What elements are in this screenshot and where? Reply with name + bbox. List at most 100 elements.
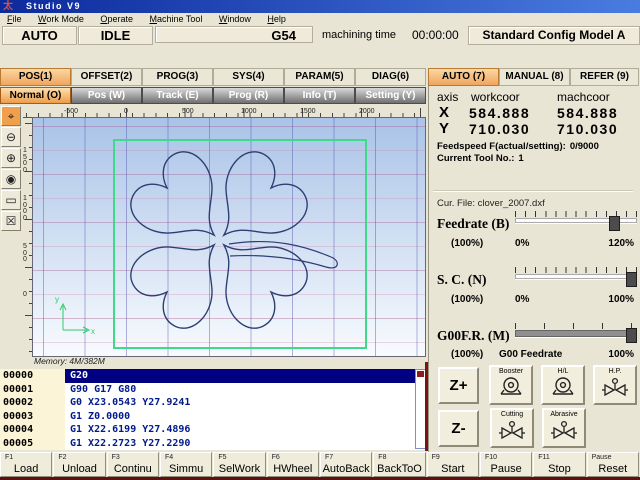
section-divider <box>433 190 633 192</box>
hl-button[interactable]: H/L <box>541 365 585 405</box>
abrasive-button[interactable]: Abrasive <box>542 408 586 448</box>
feedrate-current: (100%) <box>451 238 483 249</box>
fkey-autoback[interactable]: F7 AutoBack <box>320 452 372 477</box>
axis-x-label: x <box>91 327 95 336</box>
line-number: 00000 <box>3 369 33 383</box>
ruler-label: 1500 <box>23 148 30 174</box>
fkey-selwork[interactable]: F5 SelWork <box>213 452 265 477</box>
fkey-backtoo[interactable]: F8 BackToO <box>373 452 425 477</box>
tab-param[interactable]: PARAM(5) <box>284 68 355 86</box>
subtab-normal[interactable]: Normal (O) <box>0 87 71 104</box>
fkey-pause[interactable]: F10 Pause <box>480 452 532 477</box>
ruler-label: -500 <box>64 108 78 115</box>
cutting-button[interactable]: Cutting <box>490 408 534 448</box>
z-minus-button[interactable]: Z- <box>438 410 479 447</box>
fkey-code: F1 <box>5 454 13 461</box>
axis-y-label: y <box>55 295 59 304</box>
menu-item-machine-tool[interactable]: Machine Tool <box>142 13 209 26</box>
gcode-text: G0 X23.0543 Y27.9241 <box>70 396 190 410</box>
fkey-label: Unload <box>54 463 104 475</box>
program-row[interactable]: 00003 G1 Z0.0000 <box>0 410 415 424</box>
menu-item-window[interactable]: Window <box>212 13 258 26</box>
fit-rect-icon[interactable]: ▭ <box>1 190 21 210</box>
program-row[interactable]: 00005 G1 X22.2723 Y27.2290 <box>0 437 415 451</box>
sc-label: S. C. (N) <box>437 272 487 288</box>
feedrate-slider[interactable] <box>515 211 637 231</box>
slider-track[interactable] <box>515 330 637 337</box>
menu-item-help[interactable]: Help <box>260 13 293 26</box>
tab-auto[interactable]: AUTO (7) <box>428 68 499 86</box>
g00fr-slider-thumb[interactable] <box>626 328 637 343</box>
clover-leaf <box>193 143 316 266</box>
slider-track[interactable] <box>515 274 637 279</box>
tab-offset[interactable]: OFFSET(2) <box>71 68 142 86</box>
zoom-in-icon[interactable]: ⊕ <box>1 148 21 168</box>
current-tool-line: Current Tool No.:1 <box>437 153 524 164</box>
valve-icon <box>551 419 577 441</box>
pump-icon <box>498 376 524 398</box>
booster-label: Booster <box>491 368 531 375</box>
menu-item-file[interactable]: File <box>0 13 29 26</box>
z-plus-button[interactable]: Z+ <box>438 367 479 404</box>
program-listing[interactable]: 00000 G20 00001 G90 G17 G80 00002 G0 X23… <box>0 369 428 450</box>
current-file-line: Cur. File: clover_2007.dxf <box>437 198 545 209</box>
program-row[interactable]: 00002 G0 X23.0543 Y27.9241 <box>0 396 415 410</box>
tab-diag[interactable]: DIAG(6) <box>355 68 426 86</box>
sc-slider-thumb[interactable] <box>626 272 637 287</box>
fkey-code: F2 <box>58 454 66 461</box>
feedrate-slider-thumb[interactable] <box>609 216 620 231</box>
view-locate-icon[interactable]: ⌖ <box>1 106 21 126</box>
g00fr-label: G00F.R. (M) <box>437 328 510 344</box>
program-row[interactable]: 00004 G1 X22.6199 Y27.4896 <box>0 423 415 437</box>
g00fr-slider[interactable] <box>515 323 637 343</box>
sc-slider[interactable] <box>515 267 637 287</box>
memory-status: Memory: 4M/382M <box>34 356 105 366</box>
subtab-info[interactable]: Info (T) <box>284 87 355 104</box>
wcs-indicator: G54 <box>155 26 313 43</box>
fkey-unload[interactable]: F2 Unload <box>53 452 105 477</box>
subtab-setting[interactable]: Setting (Y) <box>355 87 426 104</box>
booster-button[interactable]: Booster <box>489 365 533 405</box>
program-row[interactable]: 00000 G20 <box>0 369 415 383</box>
scrollbar-thumb[interactable] <box>417 371 424 377</box>
sc-current: (100%) <box>451 294 483 305</box>
fkey-continu[interactable]: F3 Continu <box>107 452 159 477</box>
ruler-label: 0 <box>23 292 30 299</box>
toolpath-canvas[interactable]: x y <box>32 117 426 357</box>
subtab-pos[interactable]: Pos (W) <box>71 87 142 104</box>
menu-item-operate[interactable]: Operate <box>93 13 140 26</box>
ruler-label: 2000 <box>359 108 375 115</box>
hp-button[interactable]: H.P. <box>593 365 637 405</box>
fkey-load[interactable]: F1 Load <box>0 452 52 477</box>
app-icon: 太 <box>3 0 13 13</box>
zoom-out-icon[interactable]: ⊖ <box>1 127 21 147</box>
menu-item-work-mode[interactable]: Work Mode <box>31 13 91 26</box>
tab-refer[interactable]: REFER (9) <box>570 68 639 86</box>
tab-pos[interactable]: POS(1) <box>0 68 71 86</box>
current-file-value: clover_2007.dxf <box>478 198 545 209</box>
axis-x: X <box>439 104 449 121</box>
fkey-stop[interactable]: F11 Stop <box>533 452 585 477</box>
center-point-icon[interactable]: ◉ <box>1 169 21 189</box>
subtab-prog[interactable]: Prog (R) <box>213 87 284 104</box>
tab-sys[interactable]: SYS(4) <box>213 68 284 86</box>
fkey-hwheel[interactable]: F6 HWheel <box>267 452 319 477</box>
gcode-text: G20 <box>70 369 88 383</box>
valve-icon <box>602 376 628 398</box>
tab-manual[interactable]: MANUAL (8) <box>499 68 570 86</box>
fkey-reset[interactable]: Pause Reset <box>587 452 639 477</box>
clover-stem <box>229 242 337 268</box>
title-bar: 太 Studio V9 <box>0 0 640 13</box>
subtab-track[interactable]: Track (E) <box>142 87 213 104</box>
clear-trace-icon[interactable]: ☒ <box>1 211 21 231</box>
fkey-code: Pause <box>592 454 612 461</box>
auto-panel: axis workcoor machcoor X 584.888 584.888… <box>428 86 640 452</box>
fkey-label: Stop <box>534 463 584 475</box>
fkey-code: F3 <box>112 454 120 461</box>
clover-leaf <box>122 214 245 337</box>
tab-prog[interactable]: PROG(3) <box>142 68 213 86</box>
fkey-simmu[interactable]: F4 Simmu <box>160 452 212 477</box>
program-row[interactable]: 00001 G90 G17 G80 <box>0 383 415 397</box>
fkey-start[interactable]: F9 Start <box>427 452 479 477</box>
fkey-label: HWheel <box>268 463 318 475</box>
